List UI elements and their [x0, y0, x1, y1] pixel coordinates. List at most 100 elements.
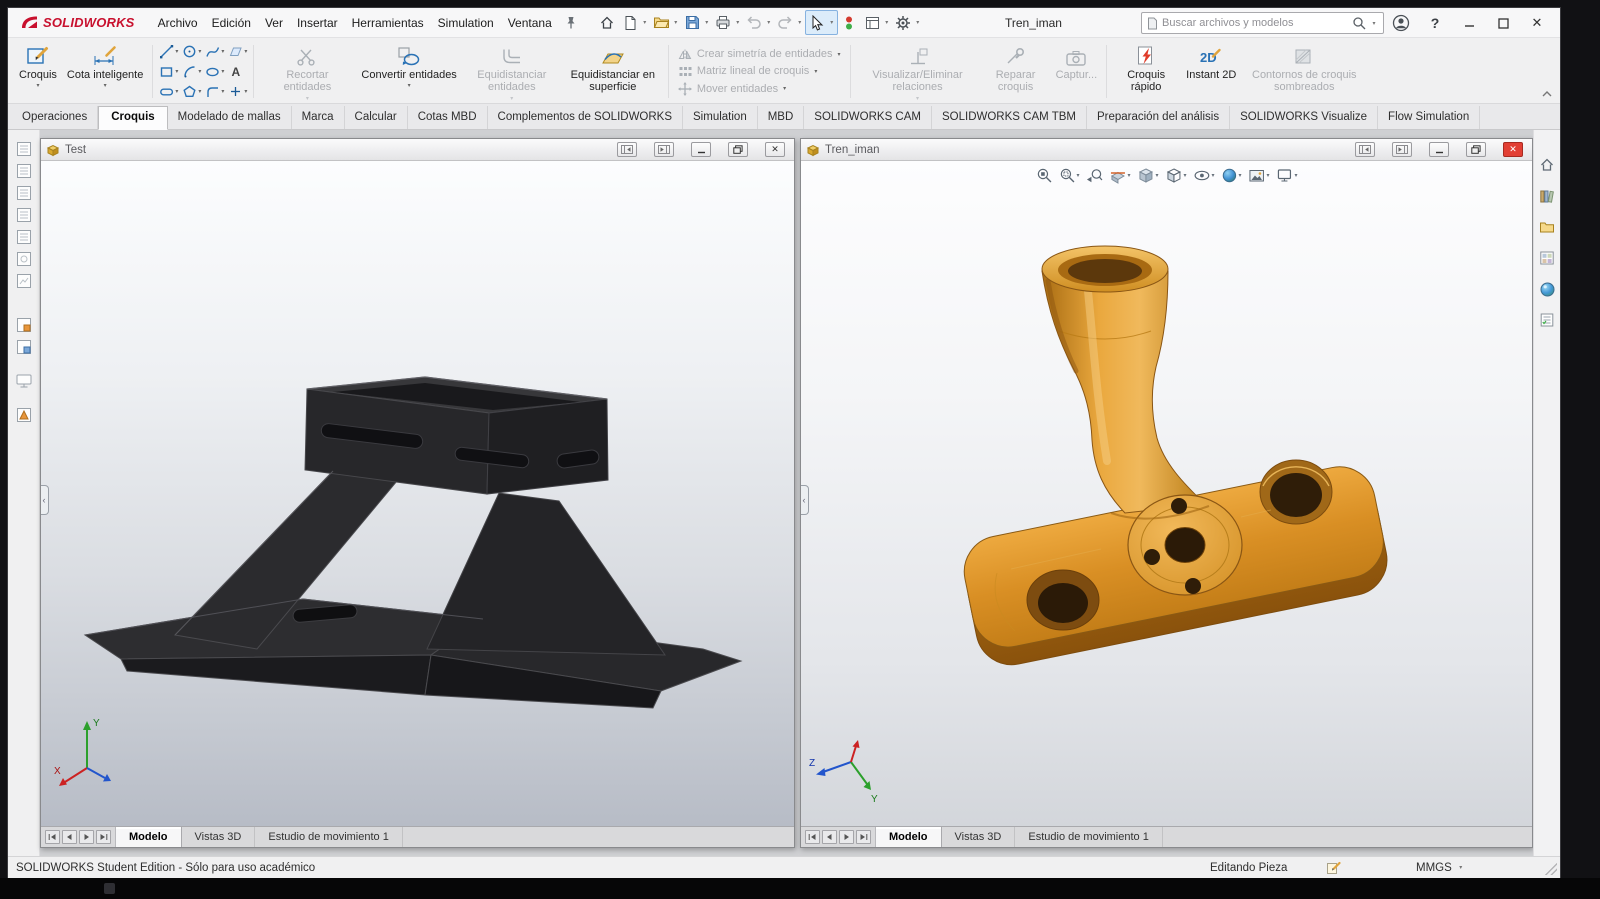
tab-solidworks-cam-tbm[interactable]: SOLIDWORKS CAM TBM [932, 106, 1087, 129]
croquis-button[interactable]: Croquis ▾ [14, 40, 62, 103]
command-list-icon[interactable] [862, 12, 883, 33]
minimize-document-button[interactable] [691, 142, 711, 157]
dropdown-caret[interactable]: ▾ [734, 19, 742, 26]
test-window-titlebar[interactable]: Test ✕ [41, 139, 794, 161]
tab-solidworks-visualize[interactable]: SOLIDWORKS Visualize [1230, 106, 1378, 129]
dropdown-caret[interactable]: ▾ [221, 48, 224, 55]
minimize-button[interactable] [1452, 9, 1486, 37]
pane-icon-5[interactable] [12, 226, 36, 248]
tab-cotas-mbd[interactable]: Cotas MBD [408, 106, 488, 129]
tab-marca[interactable]: Marca [292, 106, 345, 129]
dropdown-caret[interactable]: ▾ [1457, 864, 1465, 871]
search-dropdown-caret[interactable]: ▾ [1370, 20, 1378, 27]
pane-icon-9[interactable] [12, 336, 36, 358]
first-tab-button[interactable] [45, 830, 60, 844]
minimize-document-button[interactable] [1429, 142, 1449, 157]
previous-pane-button[interactable] [1355, 142, 1375, 157]
tab-calcular[interactable]: Calcular [345, 106, 408, 129]
smart-dimension-button[interactable]: Cota inteligente ▾ [62, 40, 148, 103]
search-icon[interactable] [1352, 16, 1366, 30]
dropdown-caret[interactable]: ▾ [244, 48, 247, 55]
fillet-tool-button[interactable]: ▾ [205, 82, 224, 102]
close-document-button[interactable]: ✕ [765, 142, 785, 157]
account-icon[interactable] [1384, 9, 1418, 37]
file-explorer-icon[interactable] [1536, 216, 1558, 238]
collapse-ribbon-icon[interactable] [1542, 91, 1552, 97]
menu-ventana[interactable]: Ventana [501, 11, 559, 35]
dropdown-caret[interactable]: ▾ [175, 48, 178, 55]
tab-solidworks-cam[interactable]: SOLIDWORKS CAM [804, 106, 932, 129]
previous-tab-button[interactable] [62, 830, 77, 844]
tab-complementos[interactable]: Complementos de SOLIDWORKS [488, 106, 683, 129]
pane-icon-11[interactable] [12, 404, 36, 426]
close-document-button[interactable]: ✕ [1503, 142, 1523, 157]
pane-icon-6[interactable] [12, 248, 36, 270]
units-selector[interactable]: MMGS ▾ [1416, 862, 1465, 874]
rapid-sketch-button[interactable]: Croquis rápido [1111, 40, 1181, 103]
viewport-3d-tren-iman[interactable]: ▾ ▾ ▾ ▾ ▾ ▾ ▾ ▾ [801, 161, 1532, 826]
ellipse-tool-button[interactable]: ▾ [205, 62, 224, 82]
next-tab-button[interactable] [79, 830, 94, 844]
line-tool-button[interactable]: ▾ [159, 42, 178, 62]
text-tool-button[interactable]: A [228, 62, 247, 82]
print-icon[interactable] [713, 12, 734, 33]
options-gear-icon[interactable] [893, 12, 914, 33]
restore-document-button[interactable] [1466, 142, 1486, 157]
dropdown-caret[interactable]: ▾ [672, 19, 680, 26]
dropdown-caret[interactable]: ▾ [883, 19, 891, 26]
tab-preparacion-analisis[interactable]: Preparación del análisis [1087, 106, 1230, 129]
pane-icon-1[interactable] [12, 138, 36, 160]
tab-vistas-3d[interactable]: Vistas 3D [182, 827, 256, 847]
convert-entities-button[interactable]: Convertir entidades ▾ [356, 40, 461, 103]
spline-tool-button[interactable]: ▾ [205, 42, 224, 62]
dropdown-caret[interactable]: ▾ [914, 19, 922, 26]
dropdown-caret[interactable]: ▾ [828, 19, 836, 26]
select-tool-active[interactable]: ▾ [805, 10, 838, 35]
rectangle-tool-button[interactable]: ▾ [159, 62, 178, 82]
maximize-button[interactable] [1486, 9, 1520, 37]
viewport-3d-test[interactable]: ‹ Y X [41, 161, 794, 826]
pane-icon-7[interactable] [12, 270, 36, 292]
view-palette-icon[interactable] [1536, 247, 1558, 269]
dropdown-caret[interactable]: ▾ [175, 88, 178, 95]
polygon-tool-button[interactable]: ▾ [182, 82, 201, 102]
new-document-icon[interactable] [620, 12, 641, 33]
design-library-icon[interactable] [1536, 185, 1558, 207]
pin-menu-icon[interactable] [559, 14, 582, 31]
tren-iman-window-titlebar[interactable]: Tren_iman ✕ [801, 139, 1532, 161]
next-pane-button[interactable] [654, 142, 674, 157]
last-tab-button[interactable] [856, 830, 871, 844]
dropdown-caret[interactable]: ▾ [36, 82, 39, 89]
tab-modelado-de-mallas[interactable]: Modelado de mallas [168, 106, 292, 129]
resize-grip[interactable] [1545, 863, 1557, 875]
tab-mbd[interactable]: MBD [758, 106, 805, 129]
dropdown-caret[interactable]: ▾ [408, 82, 411, 89]
pane-icon-2[interactable] [12, 160, 36, 182]
next-pane-button[interactable] [1392, 142, 1412, 157]
pane-icon-10[interactable] [12, 370, 36, 392]
dropdown-caret[interactable]: ▾ [703, 19, 711, 26]
dropdown-caret[interactable]: ▾ [198, 68, 201, 75]
dropdown-caret[interactable]: ▾ [198, 88, 201, 95]
tab-croquis[interactable]: Croquis [98, 106, 167, 130]
pane-icon-4[interactable] [12, 204, 36, 226]
dropdown-caret[interactable]: ▾ [104, 82, 107, 89]
tab-estudio-movimiento[interactable]: Estudio de movimiento 1 [255, 827, 402, 847]
pane-icon-3[interactable] [12, 182, 36, 204]
selection-filter-icon[interactable] [839, 12, 860, 33]
next-tab-button[interactable] [839, 830, 854, 844]
point-tool-button[interactable]: ▾ [228, 82, 247, 102]
plane-tool-button[interactable]: ▾ [228, 42, 247, 62]
appearances-icon[interactable] [1536, 278, 1558, 300]
menu-insertar[interactable]: Insertar [290, 11, 345, 35]
tab-vistas-3d[interactable]: Vistas 3D [942, 827, 1016, 847]
select-pointer-icon[interactable] [807, 12, 828, 33]
dropdown-caret[interactable]: ▾ [198, 48, 201, 55]
dropdown-caret[interactable]: ▾ [221, 88, 224, 95]
first-tab-button[interactable] [805, 830, 820, 844]
tab-modelo[interactable]: Modelo [116, 827, 182, 847]
home-icon[interactable] [597, 12, 618, 33]
dropdown-caret[interactable]: ▾ [175, 68, 178, 75]
tab-simulation[interactable]: Simulation [683, 106, 758, 129]
test-part-model[interactable] [41, 161, 794, 826]
